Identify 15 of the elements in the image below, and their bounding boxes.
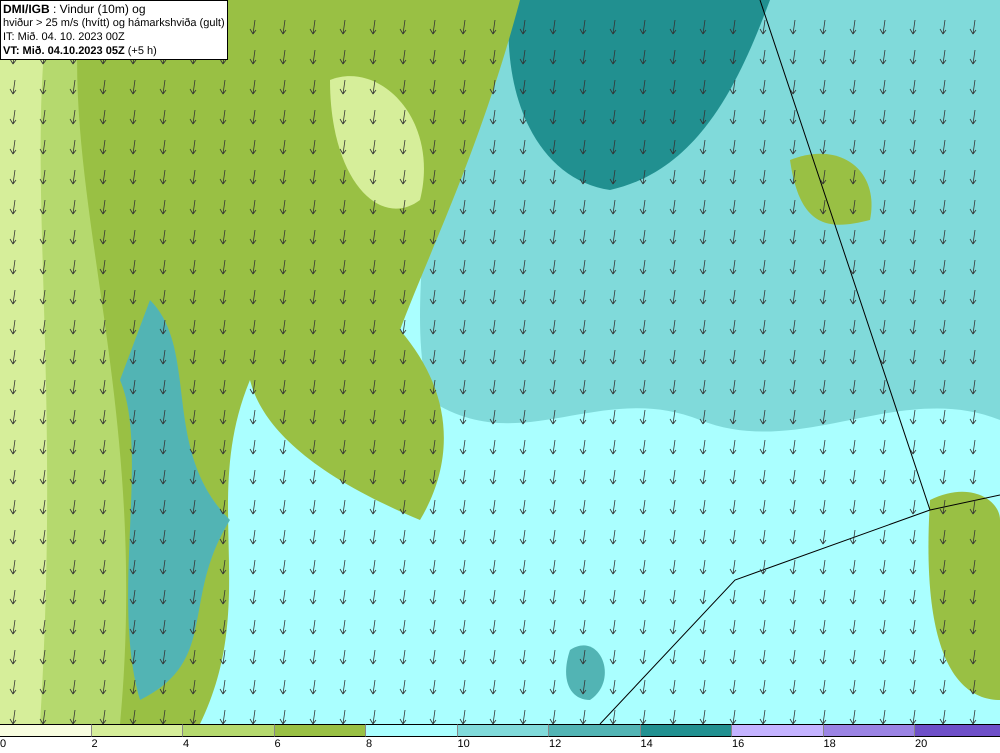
legend-label: 18 [824,737,836,752]
legend-label: 12 [549,737,562,752]
legend-label: 16 [732,737,744,752]
legend-label: 6 [274,737,281,752]
legend-label: 10 [458,737,470,752]
title-line: hviður > 25 m/s (hvítt) og hámarkshviða (gult) [3,16,225,30]
legend-label: 20 [915,737,928,752]
legend-label: 2 [92,737,98,752]
legend-label: 8 [366,737,372,752]
legend-label: 4 [183,737,190,752]
title-line: VT: Mið. 04.10.2023 05Z (+5 h) [3,44,158,58]
title-line: DMI/IGB : Vindur (10m) og [3,2,146,16]
legend-label: 0 [0,737,6,752]
title-line: IT: Mið. 04. 10. 2023 00Z [3,30,126,44]
legend-label: 14 [640,737,653,752]
